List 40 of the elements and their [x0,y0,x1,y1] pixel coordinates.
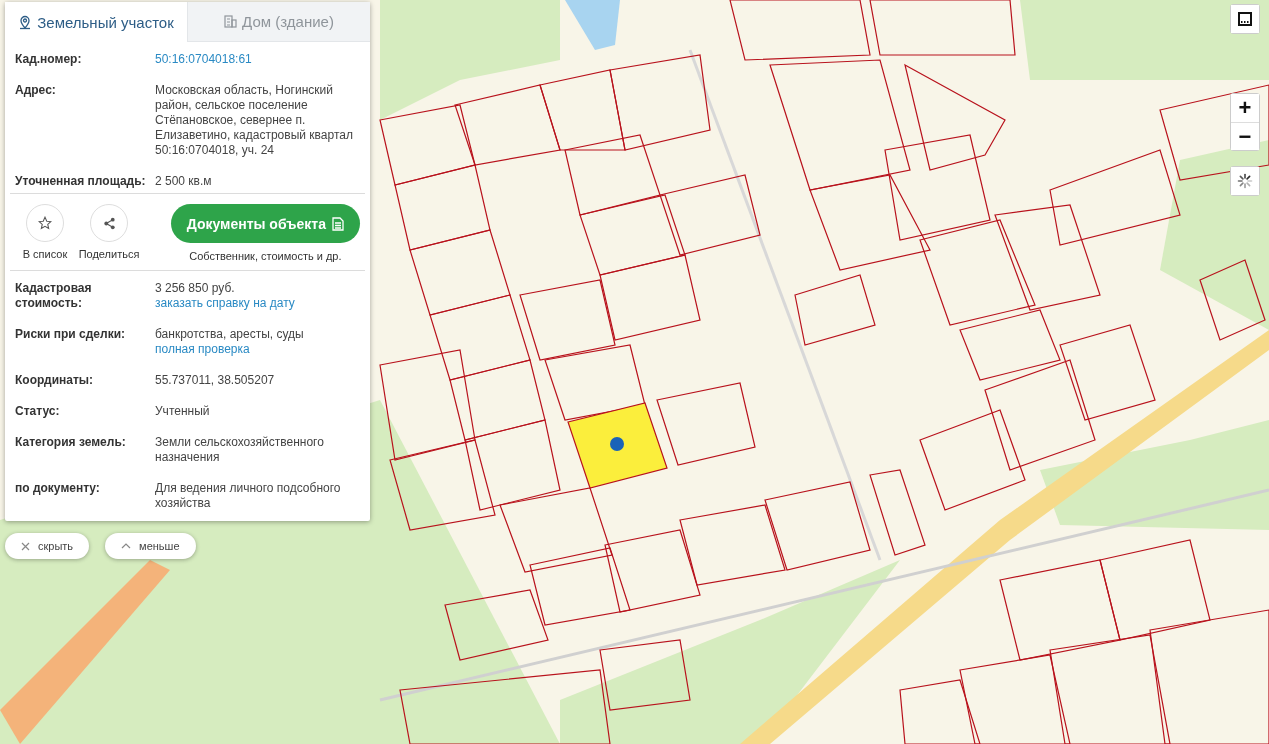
spinner-icon [1237,173,1253,189]
field-value: Для ведения личного подсобного хозяйства [155,481,342,511]
star-icon [38,216,52,230]
field-value: 55.737011, 38.505207 [155,373,276,388]
field-label: Адрес: [15,83,57,99]
tab[interactable]: Земельный участок [5,2,187,42]
field-label: Кад.номер: [15,52,83,67]
share-icon [102,216,116,230]
hide-button[interactable]: скрыть [5,533,90,559]
chevron-up-icon [121,543,132,549]
field-label: Риски при сделки: [15,327,127,343]
field-value: 2 500 кв.м [155,174,213,189]
location-pin-icon [18,14,33,30]
collapse-button[interactable]: меньше [105,533,196,559]
document-icon [332,216,344,231]
close-icon [21,541,30,551]
favorite-button[interactable] [26,204,64,242]
map-frame-button[interactable] [1231,5,1259,33]
building-icon [224,15,238,28]
field-label: Кадастровая стоимость: [15,281,93,311]
cadastral-number-link[interactable]: 50:16:0704018:61 [155,52,355,67]
share-button[interactable] [90,204,128,242]
field-label: Уточненная площадь: [15,174,147,189]
documents-caption: Собственник, стоимость и др. [189,250,342,262]
action-label: Поделиться [78,248,140,260]
loading-button[interactable] [1231,167,1259,195]
field-value: Земли сельскохозяйственного назначения [155,435,325,465]
field-label: по документу: [15,481,101,497]
field-value: банкротства, аресты, суды [155,327,305,342]
field-value: 3 256 850 руб. [155,281,236,296]
field-value: Московская область, Ногинский район, сельское поселение Стёпановское, севернее п. Елизаветино, кадастровый квартал 50:16:0704018, уч. 24 [155,83,354,158]
field-link[interactable]: полная проверка [155,342,355,357]
field-label: Координаты: [15,373,95,388]
field-label: Категория земель: [15,435,127,451]
field-value: Учтенный [155,404,211,419]
frame-icon [1237,11,1253,27]
field-link[interactable]: заказать справку на дату [155,296,355,311]
field-label: Статус: [15,404,61,419]
zoom-out-button[interactable]: − [1231,122,1259,150]
action-label: В список [22,248,68,260]
